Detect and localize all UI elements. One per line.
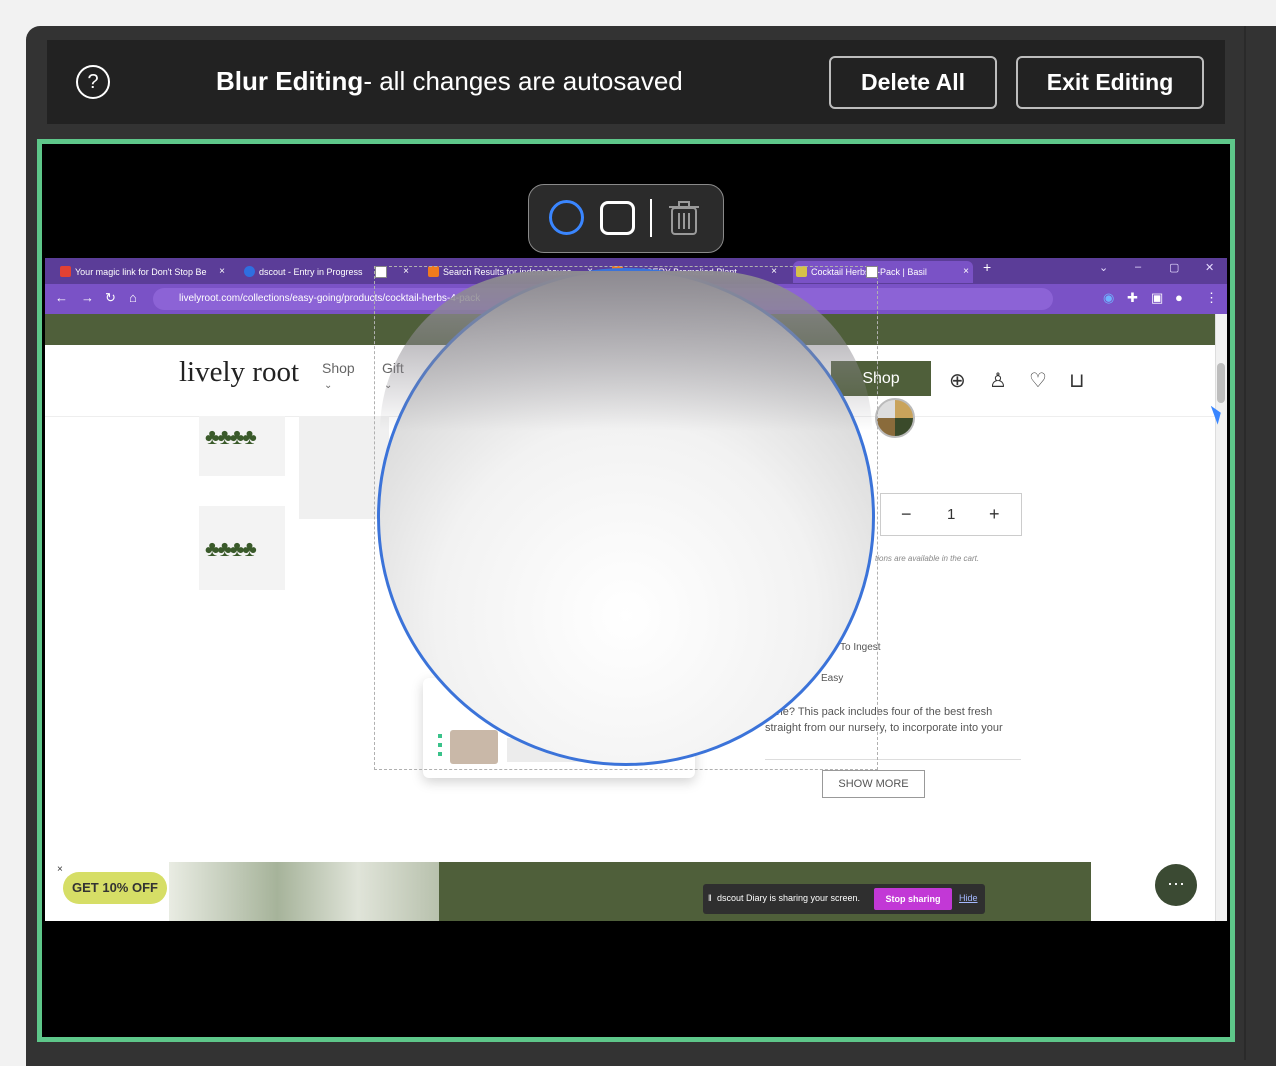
close-icon[interactable]: × xyxy=(963,261,969,283)
site-logo[interactable]: lively root xyxy=(179,356,299,389)
dscout-icon xyxy=(244,266,255,277)
heart-icon[interactable]: ♡ xyxy=(1029,368,1047,393)
sidepanel-icon[interactable]: ▣ xyxy=(1151,290,1163,306)
discount-close-icon[interactable]: × xyxy=(57,864,63,875)
resize-handle[interactable] xyxy=(375,266,387,278)
cart-note: tions are available in the cart. xyxy=(875,554,980,563)
share-text: dscout Diary is sharing your screen. xyxy=(717,893,861,903)
quantity-stepper[interactable]: − 1 + xyxy=(880,493,1022,536)
toolbar-divider xyxy=(650,199,652,237)
minus-icon[interactable]: − xyxy=(901,504,912,525)
resize-handle[interactable] xyxy=(866,266,878,278)
discount-badge[interactable]: GET 10% OFF xyxy=(63,872,167,904)
reload-icon[interactable]: ↻ xyxy=(105,290,116,306)
extension-icon[interactable]: ◉ xyxy=(1103,290,1114,306)
home-icon[interactable]: ⌂ xyxy=(129,290,137,305)
panel-divider xyxy=(1244,26,1246,1060)
plant-icon: ♣♣♣♣ xyxy=(205,424,257,449)
screen-share-bar: ‖ dscout Diary is sharing your screen. S… xyxy=(703,884,985,914)
forward-icon[interactable]: → xyxy=(81,290,94,305)
plant-icon: ♣♣♣♣ xyxy=(205,536,257,561)
trash-icon[interactable] xyxy=(668,200,700,236)
chevron-down-icon: ⌄ xyxy=(324,380,333,391)
browser-tab[interactable]: Your magic link for Don't Stop Be × xyxy=(57,261,229,283)
new-tab-button[interactable]: + xyxy=(983,259,991,275)
gmail-icon xyxy=(60,266,71,277)
help-icon[interactable]: ? xyxy=(76,65,110,99)
product-thumbnail[interactable]: ♣♣♣♣ xyxy=(199,506,285,590)
puzzle-icon[interactable]: ✚ xyxy=(1127,290,1138,306)
pause-icon: ‖ xyxy=(708,893,712,903)
footer-plant-image xyxy=(169,862,439,921)
rectangle-tool-icon[interactable] xyxy=(600,201,635,235)
close-icon[interactable]: × xyxy=(219,261,225,283)
back-icon[interactable]: ← xyxy=(55,290,68,305)
maximize-icon[interactable]: ▢ xyxy=(1169,261,1179,274)
show-more-button[interactable]: SHOW MORE xyxy=(822,770,925,798)
tab-label: Your magic link for Don't Stop Be xyxy=(75,267,207,277)
window-close-icon[interactable]: ✕ xyxy=(1205,261,1214,274)
cart-icon[interactable]: ⊔ xyxy=(1069,368,1085,393)
scrollbar-thumb[interactable] xyxy=(1217,363,1225,403)
selection-box[interactable] xyxy=(374,266,878,770)
product-thumbnail[interactable]: ♣♣♣♣ xyxy=(199,416,285,476)
profile-avatar-icon[interactable]: ● xyxy=(1175,290,1183,305)
tab-search-icon[interactable]: ⌄ xyxy=(1099,261,1108,274)
quantity-value: 1 xyxy=(947,506,956,523)
minimize-icon[interactable]: – xyxy=(1135,261,1141,273)
tab-label: dscout - Entry in Progress xyxy=(259,267,363,277)
nav-shop[interactable]: Shop xyxy=(322,360,355,376)
editor-title: Blur Editing- all changes are autosaved xyxy=(216,66,683,97)
circle-tool-icon[interactable] xyxy=(549,200,584,235)
stop-sharing-button[interactable]: Stop sharing xyxy=(874,888,952,910)
menu-icon[interactable]: ⋮ xyxy=(1205,290,1218,306)
chat-icon[interactable]: ⋯ xyxy=(1155,864,1197,906)
delete-all-button[interactable]: Delete All xyxy=(829,56,997,109)
exit-editing-button[interactable]: Exit Editing xyxy=(1016,56,1204,109)
color-swatch[interactable] xyxy=(875,398,915,438)
plus-icon[interactable]: + xyxy=(989,504,1000,525)
title-bold: Blur Editing xyxy=(216,66,364,96)
account-icon[interactable]: ♙ xyxy=(989,368,1007,393)
hide-link[interactable]: Hide xyxy=(959,893,978,903)
zoom-icon[interactable]: ⊕ xyxy=(949,368,966,393)
title-subtext: - all changes are autosaved xyxy=(363,66,683,96)
